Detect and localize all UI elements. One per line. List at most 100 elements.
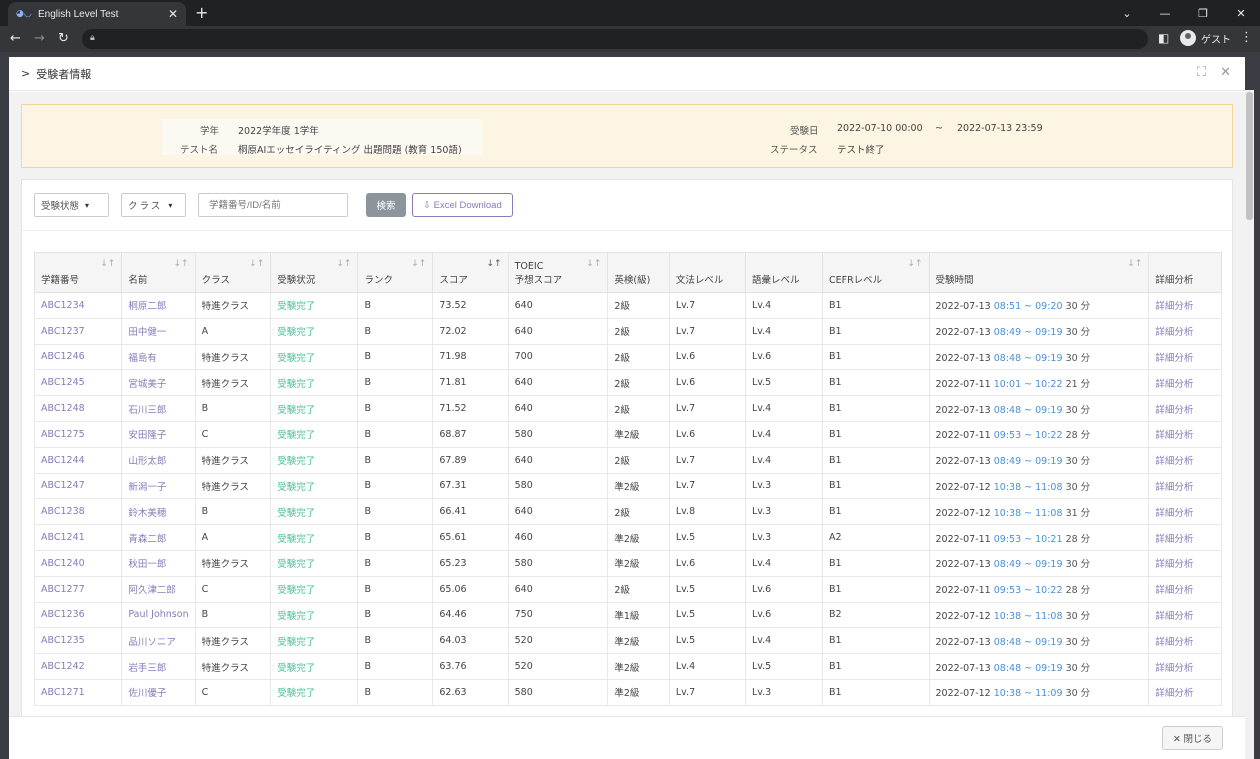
scrollbar-thumb[interactable] xyxy=(1246,92,1253,220)
student-name-link[interactable]: 新潟一子 xyxy=(128,482,166,493)
sort-icon[interactable]: ↓↑ xyxy=(336,259,351,269)
detail-analysis-link[interactable]: 詳細分析 xyxy=(1155,405,1193,416)
detail-analysis-link[interactable]: 詳細分析 xyxy=(1155,637,1193,648)
address-bar[interactable]: 🔒︎ xyxy=(82,29,1148,49)
restore-icon[interactable]: ❐ xyxy=(1184,7,1222,20)
detail-analysis-link[interactable]: 詳細分析 xyxy=(1155,301,1193,312)
student-name-link[interactable]: Paul Johnson xyxy=(128,609,188,620)
tab-search-icon[interactable]: ⌄ xyxy=(1108,7,1146,20)
excel-download-button[interactable]: ⇩ Excel Download xyxy=(412,193,513,217)
student-id-link[interactable]: ABC1247 xyxy=(41,480,85,491)
detail-analysis-link[interactable]: 詳細分析 xyxy=(1155,508,1193,519)
modal-close-icon[interactable]: ✕ xyxy=(1220,65,1231,80)
sort-icon[interactable]: ↓↑ xyxy=(907,259,922,269)
student-id-link[interactable]: ABC1275 xyxy=(41,429,85,440)
detail-analysis-link[interactable]: 詳細分析 xyxy=(1155,688,1193,699)
page-scrollbar[interactable] xyxy=(1245,90,1254,759)
student-id-link[interactable]: ABC1244 xyxy=(41,455,85,466)
detail-analysis-link[interactable]: 詳細分析 xyxy=(1155,379,1193,390)
col-student-id[interactable]: ↓↑ 学籍番号 xyxy=(33,252,123,293)
side-panel-icon[interactable]: ◧ xyxy=(1158,31,1169,45)
student-id-link[interactable]: ABC1240 xyxy=(41,558,85,569)
detail-analysis-link[interactable]: 詳細分析 xyxy=(1155,559,1193,570)
exam-status-link[interactable]: 受験完了 xyxy=(277,585,315,596)
minimize-icon[interactable]: — xyxy=(1146,7,1184,20)
detail-analysis-link[interactable]: 詳細分析 xyxy=(1155,585,1193,596)
class-select[interactable]: クラス ▾ xyxy=(121,193,186,217)
student-id-link[interactable]: ABC1246 xyxy=(41,351,85,362)
exam-status-link[interactable]: 受験完了 xyxy=(277,688,315,699)
student-name-link[interactable]: 石川三郎 xyxy=(128,405,166,416)
sort-icon[interactable]: ↓↑ xyxy=(1127,259,1142,269)
student-id-link[interactable]: ABC1238 xyxy=(41,506,85,517)
student-id-link[interactable]: ABC1241 xyxy=(41,532,85,543)
student-name-link[interactable]: 阿久津二郎 xyxy=(128,585,176,596)
col-toeic[interactable]: ↓↑ TOEIC 予想スコア xyxy=(507,252,609,293)
detail-analysis-link[interactable]: 詳細分析 xyxy=(1155,534,1193,545)
search-button[interactable]: 検索 xyxy=(366,193,406,217)
col-rank[interactable]: ↓↑ ランク xyxy=(357,252,434,293)
col-name[interactable]: ↓↑ 名前 xyxy=(121,252,196,293)
sort-icon[interactable]: ↓↑ xyxy=(411,259,426,269)
student-id-link[interactable]: ABC1236 xyxy=(41,609,85,620)
col-exam-time[interactable]: ↓↑ 受験時間 xyxy=(928,252,1150,293)
detail-analysis-link[interactable]: 詳細分析 xyxy=(1155,456,1193,467)
detail-analysis-link[interactable]: 詳細分析 xyxy=(1155,611,1193,622)
reload-icon[interactable]: ↻ xyxy=(58,31,69,46)
detail-analysis-link[interactable]: 詳細分析 xyxy=(1155,353,1193,364)
profile-button[interactable]: ゲスト xyxy=(1180,30,1231,46)
student-id-link[interactable]: ABC1234 xyxy=(41,300,85,311)
col-status[interactable]: ↓↑ 受験状況 xyxy=(270,252,359,293)
fullscreen-icon[interactable]: ⛶ xyxy=(1197,65,1206,80)
student-name-link[interactable]: 品川ソニア xyxy=(128,637,176,648)
student-id-link[interactable]: ABC1245 xyxy=(41,377,85,388)
detail-analysis-link[interactable]: 詳細分析 xyxy=(1155,327,1193,338)
exam-status-link[interactable]: 受験完了 xyxy=(277,327,315,338)
col-cefr[interactable]: ↓↑ CEFRレベル xyxy=(821,252,930,293)
student-name-link[interactable]: 安田隆子 xyxy=(128,430,166,441)
exam-status-link[interactable]: 受験完了 xyxy=(277,559,315,570)
sort-icon[interactable]: ↓↑ xyxy=(586,259,601,269)
col-class[interactable]: ↓↑ クラス xyxy=(194,252,272,293)
student-name-link[interactable]: 岩手三郎 xyxy=(128,663,166,674)
student-name-link[interactable]: 宮城美子 xyxy=(128,379,166,390)
student-name-link[interactable]: 福島有 xyxy=(128,353,157,364)
student-id-link[interactable]: ABC1235 xyxy=(41,635,85,646)
student-id-link[interactable]: ABC1242 xyxy=(41,661,85,672)
exam-status-link[interactable]: 受験完了 xyxy=(277,663,315,674)
back-icon[interactable]: ← xyxy=(10,31,21,46)
close-button[interactable]: ✕ 閉じる xyxy=(1161,726,1223,750)
exam-status-link[interactable]: 受験完了 xyxy=(277,353,315,364)
forward-icon[interactable]: → xyxy=(34,31,45,46)
student-id-link[interactable]: ABC1271 xyxy=(41,687,85,698)
exam-status-link[interactable]: 受験完了 xyxy=(277,379,315,390)
exam-status-select[interactable]: 受験状態 ▾ xyxy=(34,193,109,217)
tab-close-icon[interactable]: ✕ xyxy=(168,7,178,21)
new-tab-icon[interactable]: + xyxy=(195,3,208,22)
student-id-link[interactable]: ABC1277 xyxy=(41,584,85,595)
student-name-link[interactable]: 鈴木美穂 xyxy=(128,508,166,519)
exam-status-link[interactable]: 受験完了 xyxy=(277,611,315,622)
detail-analysis-link[interactable]: 詳細分析 xyxy=(1155,482,1193,493)
more-menu-icon[interactable]: ⋮ xyxy=(1240,30,1253,45)
student-id-link[interactable]: ABC1248 xyxy=(41,403,85,414)
student-name-link[interactable]: 秋田一郎 xyxy=(128,559,166,570)
sort-icon[interactable]: ↓↑ xyxy=(487,259,502,269)
exam-status-link[interactable]: 受験完了 xyxy=(277,637,315,648)
exam-status-link[interactable]: 受験完了 xyxy=(277,456,315,467)
window-close-icon[interactable]: ✕ xyxy=(1222,7,1260,20)
sort-icon[interactable]: ↓↑ xyxy=(100,259,115,269)
sort-icon[interactable]: ↓↑ xyxy=(174,259,189,269)
col-score[interactable]: ↓↑ スコア xyxy=(432,252,509,293)
browser-tab[interactable]: ◕◡ English Level Test ✕ xyxy=(8,2,186,26)
student-name-link[interactable]: 佐川優子 xyxy=(128,688,166,699)
exam-status-link[interactable]: 受験完了 xyxy=(277,534,315,545)
student-name-link[interactable]: 桐原二郎 xyxy=(128,301,166,312)
student-name-link[interactable]: 田中健一 xyxy=(128,327,166,338)
student-id-link[interactable]: ABC1237 xyxy=(41,326,85,337)
sort-icon[interactable]: ↓↑ xyxy=(249,259,264,269)
exam-status-link[interactable]: 受験完了 xyxy=(277,482,315,493)
exam-status-link[interactable]: 受験完了 xyxy=(277,508,315,519)
detail-analysis-link[interactable]: 詳細分析 xyxy=(1155,430,1193,441)
exam-status-link[interactable]: 受験完了 xyxy=(277,405,315,416)
